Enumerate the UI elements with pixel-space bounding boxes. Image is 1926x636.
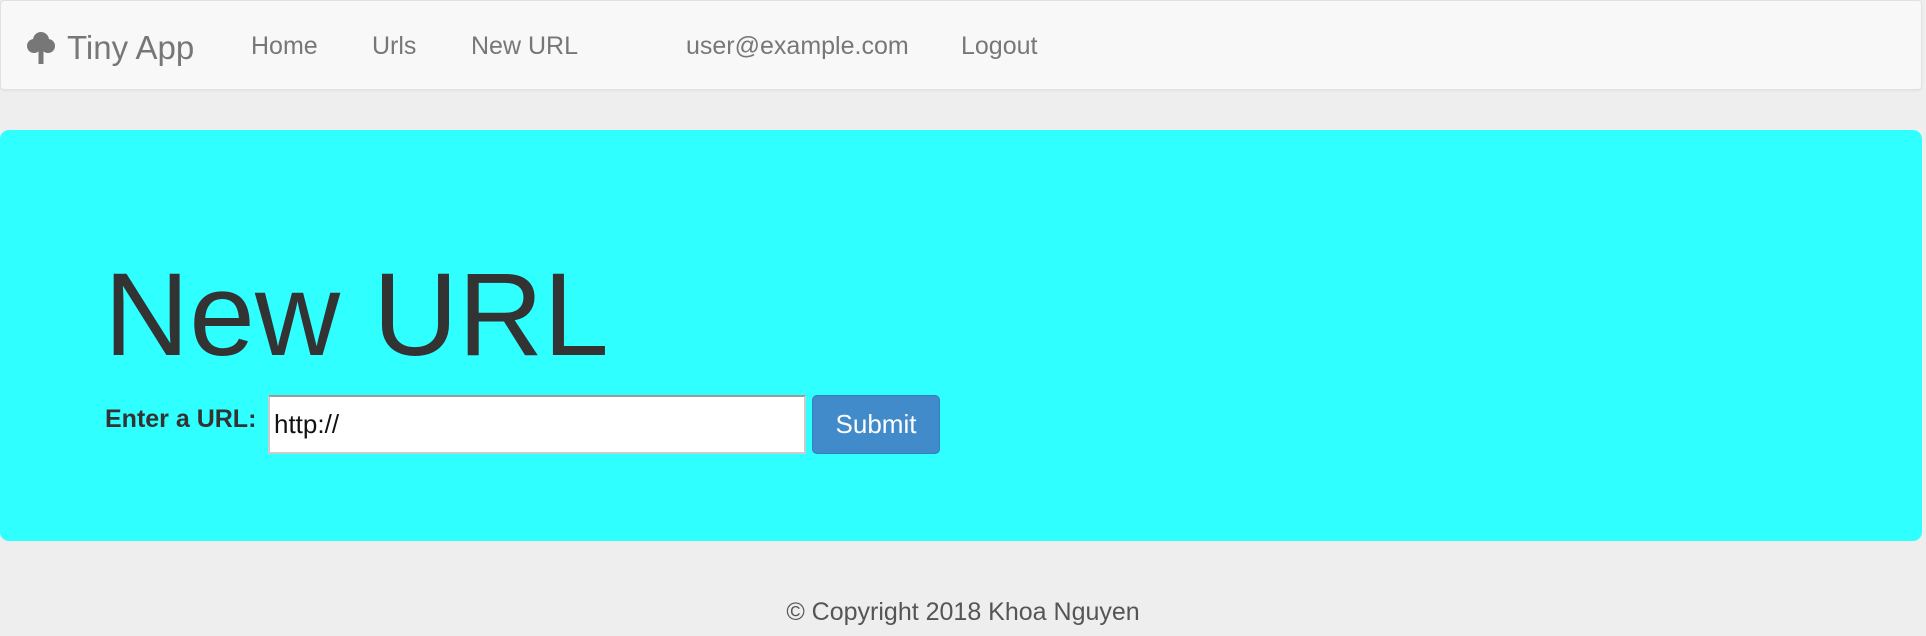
tree-icon: [27, 31, 55, 65]
footer-copyright: © Copyright 2018 Khoa Nguyen: [786, 598, 1140, 626]
url-input[interactable]: [268, 395, 806, 454]
page-title: New URL: [104, 249, 609, 381]
nav-home-link[interactable]: Home: [251, 29, 318, 63]
url-label: Enter a URL:: [105, 405, 257, 433]
brand-link[interactable]: Tiny App: [27, 27, 194, 69]
brand-label: Tiny App: [67, 29, 195, 66]
nav-urls-link[interactable]: Urls: [372, 29, 416, 63]
submit-button[interactable]: Submit: [812, 395, 940, 454]
navbar: Tiny App Home Urls New URL user@example.…: [0, 0, 1922, 90]
user-email: user@example.com: [686, 32, 909, 60]
nav-new-url-link[interactable]: New URL: [471, 29, 578, 63]
logout-link[interactable]: Logout: [961, 29, 1037, 63]
